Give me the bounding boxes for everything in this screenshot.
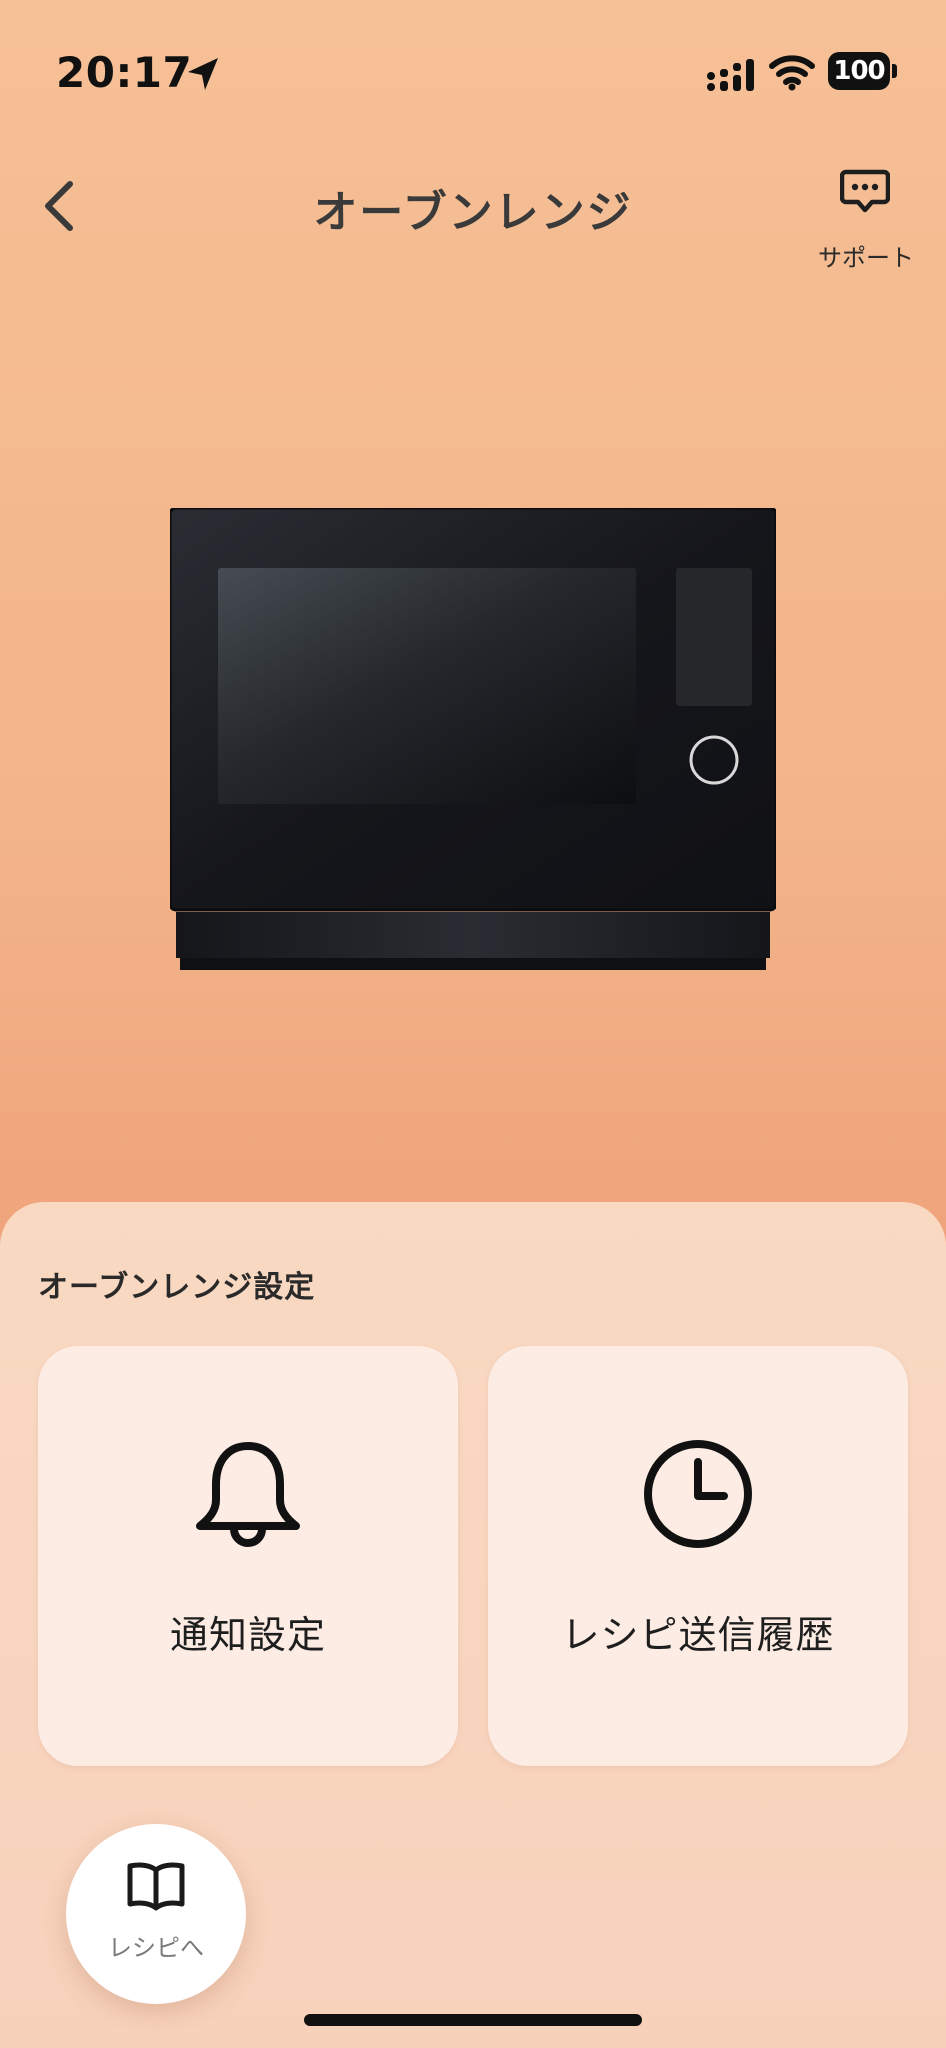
status-bar: 20:17 100 (0, 0, 946, 140)
location-arrow-icon (188, 58, 218, 90)
support-label: サポート (818, 244, 914, 272)
cellular-signal-icon (707, 59, 754, 91)
oven-range-illustration (170, 508, 776, 970)
device-screen: 20:17 100 オーブンレンジ サポート オーブンレンジ設定 通知設定 レシ… (0, 0, 946, 2048)
recipe-history-label: レシピ送信履歴 (561, 1613, 835, 1657)
chevron-left-icon (45, 181, 73, 231)
book-icon (127, 1862, 185, 1911)
clock-icon (644, 1440, 752, 1548)
support-button[interactable]: サポート (806, 162, 926, 272)
header: オーブンレンジ サポート (0, 150, 946, 272)
status-time: 20:17 (56, 48, 193, 97)
bell-icon (196, 1442, 300, 1547)
battery-indicator: 100 (828, 52, 898, 90)
battery-tip (892, 64, 897, 78)
recipe-button-label: レシピへ (108, 1934, 204, 1962)
recipe-history-card[interactable]: レシピ送信履歴 (488, 1346, 908, 1766)
home-indicator (304, 2014, 642, 2026)
settings-section-title: オーブンレンジ設定 (38, 1270, 316, 1305)
chat-support-icon (840, 169, 890, 213)
back-button[interactable] (30, 170, 90, 240)
notification-settings-card[interactable]: 通知設定 (38, 1346, 458, 1766)
battery-level: 100 (828, 52, 890, 90)
recipe-button[interactable]: レシピへ (66, 1824, 246, 2004)
page-title: オーブンレンジ (313, 187, 633, 238)
wifi-icon (769, 55, 815, 91)
notification-settings-label: 通知設定 (169, 1613, 326, 1657)
